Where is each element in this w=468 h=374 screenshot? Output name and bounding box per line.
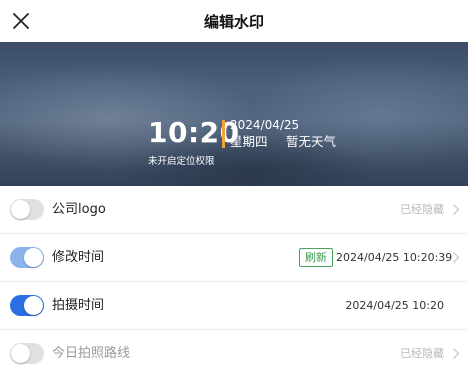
chevron-right-icon[interactable] — [452, 203, 460, 216]
watermark-location-status: 未开启定位权限 — [148, 156, 215, 167]
setting-row-modify-time[interactable]: 修改时间 刷新 2024/04/25 10:20:39 — [0, 234, 468, 282]
toggle-knob — [11, 344, 30, 363]
toggle-knob — [24, 248, 43, 267]
setting-row-company-logo[interactable]: 公司logo 已经隐藏 — [0, 186, 468, 234]
header-bar: 编辑水印 — [0, 0, 468, 42]
company-logo-toggle[interactable] — [10, 199, 44, 220]
page-title: 编辑水印 — [203, 13, 264, 31]
setting-value: 已经隐藏 — [400, 203, 444, 216]
chevron-right-icon[interactable] — [452, 251, 460, 264]
watermark-weekday: 星期四 — [230, 134, 268, 149]
modify-time-toggle[interactable] — [10, 247, 44, 268]
setting-label: 修改时间 — [52, 250, 105, 265]
setting-value: 2024/04/25 10:20 — [345, 299, 444, 312]
watermark-weather: 暂无天气 — [286, 134, 337, 149]
settings-list: 公司logo 已经隐藏 修改时间 刷新 2024/04/25 10:20:39 … — [0, 186, 468, 374]
setting-value: 2024/04/25 10:20:39 — [336, 251, 453, 264]
setting-label: 今日拍照路线 — [52, 346, 131, 361]
setting-label: 拍摄时间 — [52, 298, 105, 313]
watermark-time: 10:20 — [148, 116, 240, 149]
refresh-button[interactable]: 刷新 — [299, 248, 333, 267]
watermark-preview: 10:20 2024/04/25 星期四 暂无天气 未开启定位权限 — [0, 42, 468, 186]
today-route-toggle[interactable] — [10, 343, 44, 364]
watermark-date: 2024/04/25 — [230, 118, 300, 132]
toggle-knob — [11, 200, 30, 219]
chevron-right-icon[interactable] — [452, 347, 460, 360]
setting-row-capture-time[interactable]: 拍摄时间 2024/04/25 10:20 — [0, 282, 468, 330]
toggle-knob — [24, 296, 43, 315]
setting-row-today-route[interactable]: 今日拍照路线 已经隐藏 — [0, 330, 468, 374]
setting-value: 已经隐藏 — [400, 347, 444, 360]
setting-label: 公司logo — [52, 202, 106, 217]
watermark-accent-bar — [222, 120, 225, 148]
capture-time-toggle[interactable] — [10, 295, 44, 316]
